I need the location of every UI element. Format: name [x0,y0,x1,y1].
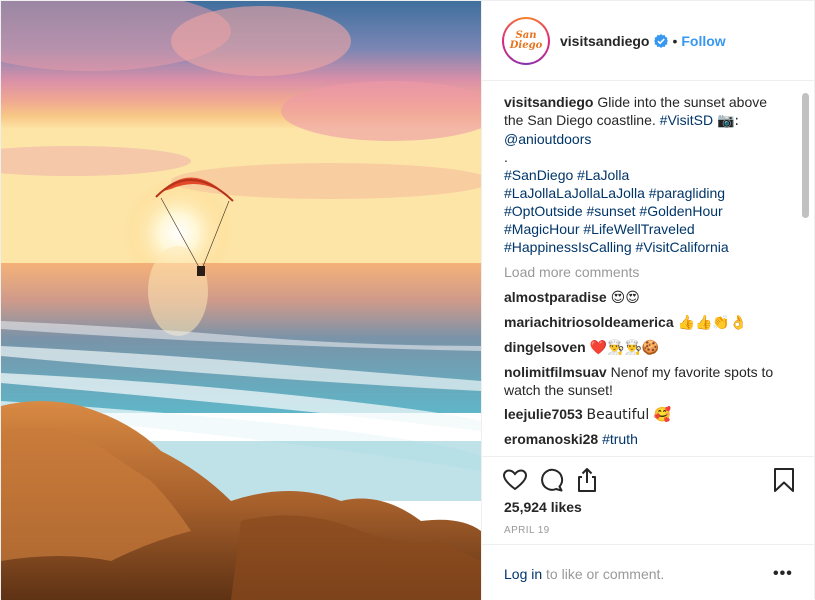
more-options-button[interactable]: ••• [773,565,793,583]
hashtag-line[interactable]: #OptOutside #sunset #GoldenHour [504,203,723,219]
header-username[interactable]: visitsandiego [560,33,649,49]
scrollbar-thumb[interactable] [802,93,809,218]
comment-hashtag[interactable]: #truth [602,431,638,447]
comment-text: 😍😍 [610,290,640,306]
likes-count[interactable]: 25,924 likes [504,499,582,515]
login-bar: Log in to like or comment. ••• [482,544,815,600]
paragliding-sunset-image [1,1,481,600]
comment-text: ❤️👨‍🍳👨‍🍳🍪 [589,340,660,356]
comment-text: Beautiful 🥰 [586,407,672,423]
hashtag-line[interactable]: #LaJollaLaJollaLaJolla #paragliding [504,185,725,201]
camera-emoji: 📷: [716,113,740,129]
header-separator: • [672,32,678,49]
avatar[interactable]: San Diego [502,16,550,65]
follow-button[interactable]: Follow [681,33,725,49]
post-photo[interactable] [1,1,481,600]
bookmark-icon[interactable] [771,467,797,493]
comment-username[interactable]: dingelsoven [504,339,586,355]
heart-icon[interactable] [502,467,528,493]
login-prompt-text: to like or comment. [542,566,665,582]
action-bar [482,456,815,501]
comment-username[interactable]: leejulie7053 [504,406,583,422]
load-more-comments-button[interactable]: Load more comments [504,263,787,281]
comment-icon[interactable] [538,467,564,493]
comment-username[interactable]: mariachitriosoldeamerica [504,314,674,330]
hashtag-link[interactable]: #VisitSD [660,112,713,128]
comment-text: 👍👍👏👌 [677,315,748,331]
comment-username[interactable]: eromanoski28 [504,431,598,447]
hashtag-line[interactable]: #SanDiego #LaJolla [504,167,629,183]
verified-badge-icon [654,33,669,48]
login-prompt: Log in to like or comment. [504,566,664,582]
instagram-post: San Diego visitsandiego • Follow visitsa… [0,0,815,600]
comment-item: almostparadise 😍😍 [504,288,787,307]
post-sidebar: San Diego visitsandiego • Follow visitsa… [481,1,815,600]
caption-username[interactable]: visitsandiego [504,94,593,110]
comments-scrollbar[interactable] [802,93,809,449]
comment-item: nolimitfilmsuav Nenof my favorite spots … [504,363,787,399]
comment-item: mariachitriosoldeamerica 👍👍👏👌 [504,313,787,332]
post-header: San Diego visitsandiego • Follow [482,1,815,81]
share-icon[interactable] [574,467,600,493]
comments-list[interactable]: visitsandiego Glide into the sunset abov… [504,93,787,449]
comment-username[interactable]: nolimitfilmsuav [504,364,607,380]
avatar-logo: San Diego [506,20,546,61]
login-link[interactable]: Log in [504,566,542,582]
post-date[interactable]: APRIL 19 [504,525,550,536]
comment-item: leejulie7053 Beautiful 🥰 [504,405,787,424]
comment-username[interactable]: almostparadise [504,289,607,305]
caption-dot: . [504,149,508,165]
hashtag-line[interactable]: #MagicHour #LifeWellTraveled [504,221,695,237]
hashtag-line[interactable]: #HappinessIsCalling #VisitCalifornia [504,239,729,255]
post-caption: visitsandiego Glide into the sunset abov… [504,93,787,256]
mention-link[interactable]: @anioutdoors [504,131,591,147]
comment-item: dingelsoven ❤️👨‍🍳👨‍🍳🍪 [504,338,787,357]
comment-item: eromanoski28 #truth [504,430,787,448]
